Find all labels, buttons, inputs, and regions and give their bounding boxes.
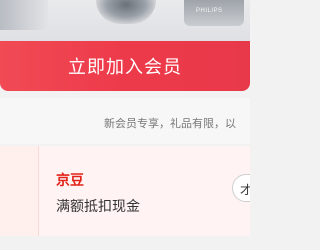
benefit-action-label: 才 bbox=[240, 181, 250, 198]
join-member-button-label: 立即加入会员 bbox=[68, 57, 182, 78]
member-notice-row: 新会员专享，礼品有限，以 bbox=[0, 98, 250, 144]
benefit-card-left-block bbox=[0, 146, 39, 236]
bottom-divider bbox=[0, 236, 250, 250]
benefit-card[interactable]: 京豆 满额抵扣现金 才 bbox=[0, 146, 250, 236]
product-image-center bbox=[96, 0, 156, 24]
benefit-description: 满额抵扣现金 bbox=[56, 199, 140, 215]
benefit-action-button[interactable]: 才 bbox=[232, 174, 250, 202]
product-banner-image: PHILIPS bbox=[0, 0, 250, 42]
product-image-left bbox=[0, 0, 48, 30]
join-member-button[interactable]: 立即加入会员 bbox=[0, 41, 250, 91]
brand-logo-text: PHILIPS bbox=[196, 8, 223, 14]
benefit-name: 京豆 bbox=[56, 173, 84, 189]
member-notice-text: 新会员专享，礼品有限，以 bbox=[104, 117, 236, 130]
